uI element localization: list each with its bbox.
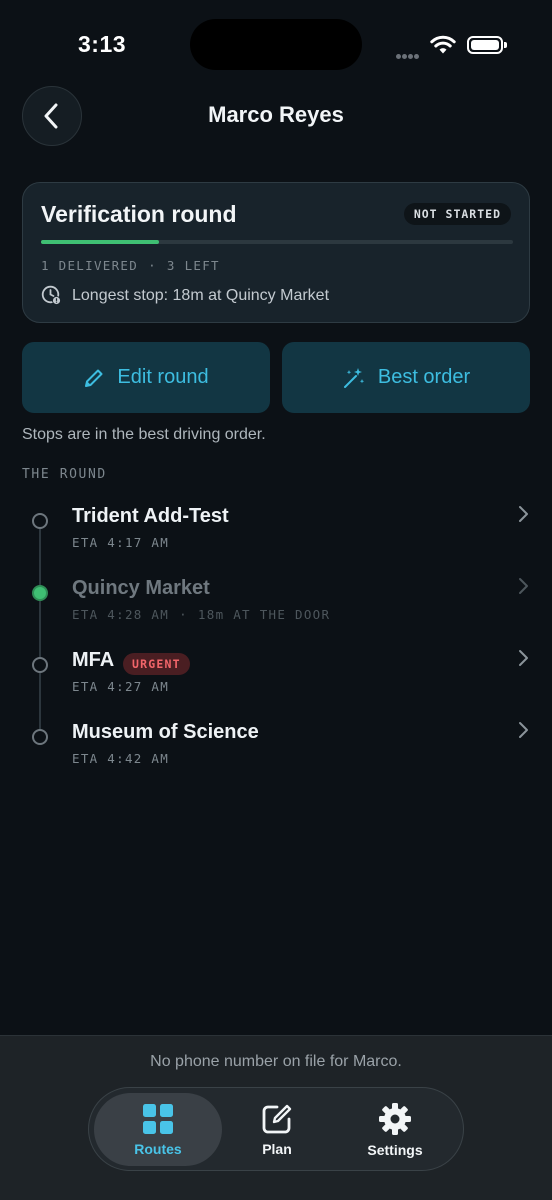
- stop-row[interactable]: MFA URGENT ETA 4:27 AM: [0, 649, 552, 709]
- stop-dwell-text: 18m AT THE DOOR: [197, 607, 331, 622]
- tab-label: Plan: [262, 1140, 292, 1157]
- battery-icon: [467, 36, 507, 54]
- stop-name: Quincy Market: [72, 577, 210, 599]
- delivered-count: 1 DELIVERED: [41, 258, 139, 273]
- stop-row[interactable]: Trident Add-Test ETA 4:17 AM: [0, 505, 552, 565]
- edit-round-button[interactable]: Edit round: [22, 342, 270, 413]
- stop-status-dot: [32, 657, 48, 673]
- stop-name: Museum of Science: [72, 721, 259, 743]
- chevron-right-icon: [519, 506, 528, 522]
- progress-bar: [41, 240, 513, 244]
- page-title: Marco Reyes: [208, 102, 344, 127]
- status-time: 3:13: [78, 31, 127, 57]
- progress-fill: [41, 240, 159, 244]
- phone-missing-note: No phone number on file for Marco.: [150, 1053, 402, 1070]
- stop-eta: ETA 4:27 AM: [72, 679, 169, 694]
- tab-plan[interactable]: Plan: [213, 1093, 341, 1166]
- edit-round-label: Edit round: [117, 366, 209, 388]
- section-label: THE ROUND: [22, 467, 107, 482]
- wifi-icon: [430, 35, 456, 54]
- stop-status-dot: [32, 513, 48, 529]
- stop-name: Trident Add-Test: [72, 505, 229, 527]
- stop-eta: ETA 4:42 AM: [72, 751, 169, 766]
- tab-settings[interactable]: Settings: [331, 1093, 459, 1166]
- status-bar: 3:13: [0, 0, 552, 90]
- gear-icon: [379, 1102, 411, 1135]
- urgent-badge: URGENT: [123, 653, 190, 675]
- tab-bar: Routes Plan Settings: [88, 1087, 464, 1171]
- round-summary-card: Verification round NOT STARTED 1 DELIVER…: [22, 182, 530, 323]
- magic-wand-icon: [343, 367, 365, 388]
- stop-eta: ETA 4:28 AM · 18m AT THE DOOR: [72, 607, 331, 622]
- left-count: 3 LEFT: [166, 258, 220, 273]
- stop-row[interactable]: Quincy Market ETA 4:28 AM · 18m AT THE DOO…: [0, 577, 552, 637]
- longest-stop-text: Longest stop: 18m at Quincy Market: [72, 286, 330, 304]
- tab-label: Routes: [134, 1140, 182, 1157]
- chevron-right-icon: [519, 578, 528, 594]
- best-order-button[interactable]: Best order: [282, 342, 530, 413]
- stop-eta-text: ETA 4:42 AM: [72, 751, 170, 766]
- order-hint: Stops are in the best driving order.: [22, 426, 266, 443]
- stop-name: MFA: [72, 649, 115, 671]
- stop-eta-text: ETA 4:17 AM: [72, 535, 170, 550]
- dynamic-island: [190, 19, 362, 70]
- clock-alert-icon: [41, 285, 61, 305]
- best-order-label: Best order: [377, 366, 471, 388]
- stop-eta: ETA 4:17 AM: [72, 535, 169, 550]
- chevron-right-icon: [519, 722, 528, 738]
- stop-row[interactable]: Museum of Science ETA 4:42 AM: [0, 721, 552, 781]
- delivery-counts: 1 DELIVERED · 3 LEFT: [41, 258, 220, 273]
- stop-status-dot: [32, 729, 48, 745]
- grid-icon: [143, 1103, 173, 1134]
- status-badge: NOT STARTED: [403, 203, 511, 225]
- edit-square-icon: [262, 1104, 292, 1133]
- pencil-icon: [85, 369, 103, 387]
- cellular-signal-icon: [396, 46, 420, 64]
- stop-status-dot: [32, 585, 48, 601]
- round-title: Verification round: [41, 201, 237, 227]
- tab-label: Settings: [367, 1141, 423, 1158]
- stop-eta-text: ETA 4:28 AM: [72, 607, 170, 622]
- stop-eta-text: ETA 4:27 AM: [72, 679, 170, 694]
- tab-routes[interactable]: Routes: [94, 1093, 222, 1166]
- bottom-panel: No phone number on file for Marco. Route…: [0, 1035, 552, 1200]
- longest-stop: Longest stop: 18m at Quincy Market: [41, 285, 329, 306]
- chevron-right-icon: [519, 650, 528, 666]
